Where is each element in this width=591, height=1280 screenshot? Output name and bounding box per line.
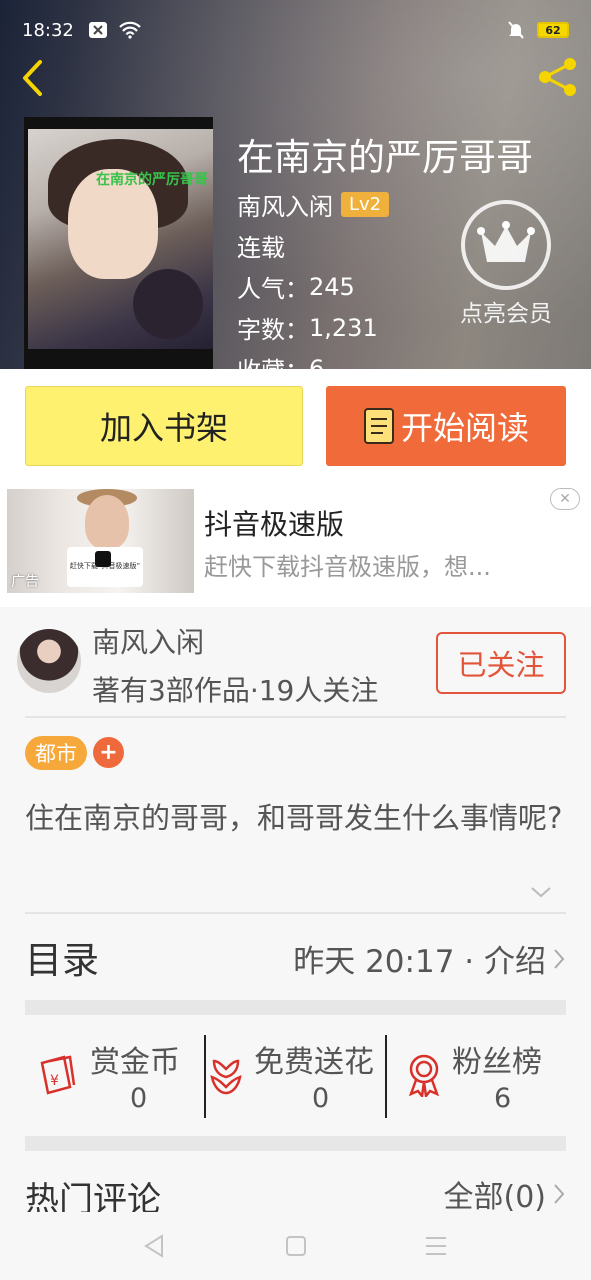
author-card[interactable]: 南风入闲 著有3部作品·19人关注 已关注 — [0, 607, 591, 717]
nav-menu-icon[interactable] — [422, 1232, 450, 1260]
stat-label: 粉丝榜 — [452, 1045, 542, 1080]
ad-description: 赶快下载抖音极速版，想... — [204, 553, 491, 581]
ribbon-medal-icon — [408, 1054, 440, 1097]
section-separator — [25, 1136, 566, 1151]
tiktok-logo-icon — [95, 551, 111, 567]
avatar[interactable] — [17, 629, 81, 693]
ad-tag: 广告 — [11, 574, 39, 590]
book-author[interactable]: 南风入闲 — [237, 187, 333, 222]
chevron-left-icon — [23, 60, 42, 96]
fan-ranking-button[interactable]: 粉丝榜 6 — [404, 1033, 564, 1119]
vip-button[interactable]: 点亮会员 — [451, 200, 561, 328]
back-button[interactable] — [14, 56, 50, 100]
notification-icon — [88, 22, 107, 38]
all-comments-label: 全部(0) — [443, 1180, 547, 1212]
vip-label: 点亮会员 — [460, 301, 552, 327]
cover-title: 在南京的严厉哥哥 — [96, 172, 208, 188]
send-flower-button[interactable]: 免费送花 0 — [206, 1033, 386, 1119]
author-name: 南风入闲 — [92, 626, 205, 659]
divider — [25, 912, 566, 914]
ad-banner[interactable]: 赶快下载“抖音极速版” 广告 抖音极速版 赶快下载抖音极速版，想... ✕ — [0, 481, 591, 607]
share-icon — [539, 58, 576, 96]
book-title: 在南京的严厉哥哥 — [237, 136, 533, 179]
add-to-shelf-button[interactable]: 加入书架 — [25, 386, 303, 466]
reward-coins-button[interactable]: ¥ 赏金币 0 — [38, 1033, 198, 1119]
action-bar: 加入书架 开始阅读 — [0, 369, 591, 481]
book-icon — [363, 408, 394, 444]
flower-icon — [210, 1059, 242, 1095]
add-tag-button[interactable]: + — [93, 737, 124, 768]
ad-close-button[interactable]: ✕ — [550, 488, 580, 510]
wifi-icon — [119, 21, 141, 39]
status-time: 18:32 — [22, 19, 74, 41]
words-value: 1,231 — [309, 313, 378, 342]
chevron-right-icon — [554, 1184, 565, 1204]
popularity-value: 245 — [309, 272, 355, 301]
divider — [25, 716, 566, 718]
stat-label: 赏金币 — [90, 1045, 180, 1080]
mute-icon — [508, 21, 524, 39]
start-reading-button[interactable]: 开始阅读 — [326, 386, 566, 466]
system-nav-bar — [0, 1212, 591, 1280]
favorites-label: 收藏： — [237, 351, 309, 369]
start-reading-label: 开始阅读 — [400, 409, 529, 447]
follow-button[interactable]: 已关注 — [436, 632, 566, 694]
book-status: 连载 — [237, 234, 285, 262]
section-separator — [25, 1000, 566, 1015]
catalog-updated: 昨天 20:17 · 介绍 — [293, 944, 546, 980]
status-bar: 18:32 62 — [0, 0, 591, 60]
stat-value: 6 — [494, 1083, 512, 1114]
cover-art — [28, 129, 213, 349]
author-summary: 著有3部作品·19人关注 — [92, 674, 379, 707]
author-level-badge: Lv2 — [341, 192, 390, 217]
genre-tag[interactable]: 都市 — [25, 736, 87, 770]
book-cover[interactable]: 在南京的严厉哥哥 — [24, 117, 213, 369]
catalog-label[interactable]: 目录 — [25, 930, 99, 984]
nav-home-icon[interactable] — [282, 1232, 310, 1260]
all-comments-link[interactable]: 全部(0) — [444, 1176, 567, 1212]
book-header: 18:32 62 在南京的严厉哥哥 在南京的严厉哥哥 南风入闲 Lv2 连载 人… — [0, 0, 591, 369]
favorites-value: 6 — [309, 354, 325, 370]
red-envelope-icon: ¥ — [40, 1055, 76, 1095]
popularity-label: 人气： — [237, 275, 309, 303]
words-label: 字数： — [237, 316, 309, 344]
share-button[interactable] — [535, 54, 581, 100]
hot-comments-title: 热门评论 — [25, 1180, 161, 1212]
svg-text:¥: ¥ — [50, 1073, 59, 1089]
ad-title: 抖音极速版 — [204, 508, 345, 541]
nav-back-icon[interactable] — [140, 1232, 168, 1260]
catalog-link[interactable]: 昨天 20:17 · 介绍 — [293, 936, 566, 981]
ad-image: 赶快下载“抖音极速版” 广告 — [7, 489, 194, 593]
stat-value: 0 — [130, 1083, 148, 1114]
crown-icon — [477, 221, 535, 262]
chevron-down-icon — [531, 887, 551, 898]
battery-indicator: 62 — [537, 22, 569, 38]
chevron-right-icon — [554, 948, 565, 969]
expand-button[interactable] — [530, 884, 552, 904]
stat-divider — [385, 1035, 387, 1118]
stat-label: 免费送花 — [254, 1045, 374, 1080]
book-description: 住在南京的哥哥，和哥哥发生什么事情呢? — [25, 801, 563, 835]
stat-value: 0 — [312, 1083, 330, 1114]
